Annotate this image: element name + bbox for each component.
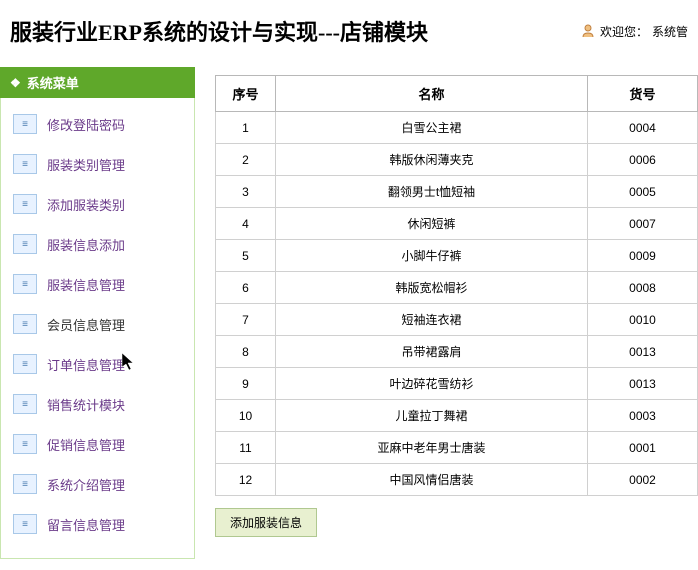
- list-icon: ≡: [13, 354, 37, 374]
- main-content: 序号 名称 货号 1 白雪公主裙 0004 2 韩版休闲薄夹克 0006 3 翻…: [195, 67, 698, 559]
- cell-code: 0013: [588, 336, 698, 368]
- cell-index: 10: [216, 400, 276, 432]
- sidebar-item-system-intro[interactable]: ≡ 系统介绍管理: [9, 468, 186, 500]
- list-icon: ≡: [13, 514, 37, 534]
- sidebar-item-clothing-add[interactable]: ≡ 服装信息添加: [9, 228, 186, 260]
- cell-name: 小脚牛仔裤: [276, 240, 588, 272]
- cell-code: 0003: [588, 400, 698, 432]
- sidebar-item-clothing-manage[interactable]: ≡ 服装信息管理: [9, 268, 186, 300]
- cell-name: 中国风情侣唐装: [276, 464, 588, 496]
- cell-index: 6: [216, 272, 276, 304]
- cell-name: 短袖连衣裙: [276, 304, 588, 336]
- sidebar-item-label: 促销信息管理: [47, 435, 125, 454]
- sidebar-item-label: 服装信息添加: [47, 235, 125, 254]
- sidebar-item-member-manage[interactable]: ≡ 会员信息管理: [9, 308, 186, 340]
- table-row: 8 吊带裙露肩 0013: [216, 336, 698, 368]
- welcome-label: 欢迎您：: [600, 23, 648, 40]
- col-code: 货号: [588, 76, 698, 112]
- cell-code: 0013: [588, 368, 698, 400]
- cell-index: 5: [216, 240, 276, 272]
- cell-name: 儿童拉丁舞裙: [276, 400, 588, 432]
- cell-code: 0004: [588, 112, 698, 144]
- table-row: 6 韩版宽松帽衫 0008: [216, 272, 698, 304]
- cell-index: 1: [216, 112, 276, 144]
- list-icon: ≡: [13, 394, 37, 414]
- sidebar-item-label: 系统介绍管理: [47, 475, 125, 494]
- cell-name: 亚麻中老年男士唐装: [276, 432, 588, 464]
- welcome-area: 欢迎您： 系统管: [580, 23, 688, 40]
- sidebar: ❖ 系统菜单 ≡ 修改登陆密码 ≡ 服装类别管理 ≡ 添加服装类别 ≡ 服装信息添加 ≡…: [0, 67, 195, 559]
- add-clothing-button[interactable]: 添加服装信息: [215, 508, 317, 537]
- col-index: 序号: [216, 76, 276, 112]
- sidebar-item-promotion-manage[interactable]: ≡ 促销信息管理: [9, 428, 186, 460]
- sidebar-item-sales-stats[interactable]: ≡ 销售统计模块: [9, 388, 186, 420]
- cell-code: 0008: [588, 272, 698, 304]
- list-icon: ≡: [13, 194, 37, 214]
- list-icon: ≡: [13, 114, 37, 134]
- cell-index: 12: [216, 464, 276, 496]
- sidebar-item-password[interactable]: ≡ 修改登陆密码: [9, 108, 186, 140]
- list-icon: ≡: [13, 434, 37, 454]
- sidebar-item-message-manage[interactable]: ≡ 留言信息管理: [9, 508, 186, 540]
- cell-index: 3: [216, 176, 276, 208]
- cell-code: 0001: [588, 432, 698, 464]
- cell-code: 0005: [588, 176, 698, 208]
- table-header-row: 序号 名称 货号: [216, 76, 698, 112]
- sidebar-item-label: 销售统计模块: [47, 395, 125, 414]
- sidebar-item-label: 服装信息管理: [47, 275, 125, 294]
- sidebar-item-order-manage[interactable]: ≡ 订单信息管理: [9, 348, 186, 380]
- cell-index: 8: [216, 336, 276, 368]
- sidebar-item-label: 订单信息管理: [47, 355, 125, 374]
- list-icon: ≡: [13, 154, 37, 174]
- cell-name: 休闲短裤: [276, 208, 588, 240]
- table-row: 11 亚麻中老年男士唐装 0001: [216, 432, 698, 464]
- cell-index: 7: [216, 304, 276, 336]
- user-icon: [580, 23, 596, 39]
- cell-name: 吊带裙露肩: [276, 336, 588, 368]
- table-row: 7 短袖连衣裙 0010: [216, 304, 698, 336]
- table-row: 2 韩版休闲薄夹克 0006: [216, 144, 698, 176]
- sidebar-item-category-manage[interactable]: ≡ 服装类别管理: [9, 148, 186, 180]
- cell-name: 叶边碎花雪纺衫: [276, 368, 588, 400]
- cell-name: 韩版休闲薄夹克: [276, 144, 588, 176]
- sidebar-header: ❖ 系统菜单: [0, 67, 195, 98]
- table-row: 9 叶边碎花雪纺衫 0013: [216, 368, 698, 400]
- cell-code: 0010: [588, 304, 698, 336]
- cell-code: 0006: [588, 144, 698, 176]
- table-row: 3 翻领男士t恤短袖 0005: [216, 176, 698, 208]
- cell-name: 白雪公主裙: [276, 112, 588, 144]
- list-icon: ≡: [13, 234, 37, 254]
- menu-collapse-icon: ❖: [10, 76, 21, 90]
- cell-index: 11: [216, 432, 276, 464]
- table-row: 10 儿童拉丁舞裙 0003: [216, 400, 698, 432]
- sidebar-item-label: 服装类别管理: [47, 155, 125, 174]
- cell-name: 翻领男士t恤短袖: [276, 176, 588, 208]
- list-icon: ≡: [13, 314, 37, 334]
- sidebar-item-label: 修改登陆密码: [47, 115, 125, 134]
- list-icon: ≡: [13, 474, 37, 494]
- cell-index: 4: [216, 208, 276, 240]
- cell-code: 0007: [588, 208, 698, 240]
- table-row: 4 休闲短裤 0007: [216, 208, 698, 240]
- sidebar-item-label: 留言信息管理: [47, 515, 125, 534]
- sidebar-item-category-add[interactable]: ≡ 添加服装类别: [9, 188, 186, 220]
- welcome-user: 系统管: [652, 23, 688, 40]
- page-title: 服装行业ERP系统的设计与实现---店铺模块: [10, 15, 428, 47]
- sidebar-item-label: 添加服装类别: [47, 195, 125, 214]
- cell-index: 2: [216, 144, 276, 176]
- sidebar-item-label: 会员信息管理: [47, 315, 125, 334]
- sidebar-title: 系统菜单: [27, 73, 79, 92]
- cell-code: 0009: [588, 240, 698, 272]
- table-row: 1 白雪公主裙 0004: [216, 112, 698, 144]
- list-icon: ≡: [13, 274, 37, 294]
- cell-code: 0002: [588, 464, 698, 496]
- cell-index: 9: [216, 368, 276, 400]
- cell-name: 韩版宽松帽衫: [276, 272, 588, 304]
- table-row: 5 小脚牛仔裤 0009: [216, 240, 698, 272]
- sidebar-body: ≡修改登陆密码 ≡服装类别管理 ≡添加服装类别 ≡服装信息添加 ≡服装信息管理 …: [0, 98, 195, 559]
- clothing-table: 序号 名称 货号 1 白雪公主裙 0004 2 韩版休闲薄夹克 0006 3 翻…: [215, 75, 698, 496]
- table-row: 12 中国风情侣唐装 0002: [216, 464, 698, 496]
- col-name: 名称: [276, 76, 588, 112]
